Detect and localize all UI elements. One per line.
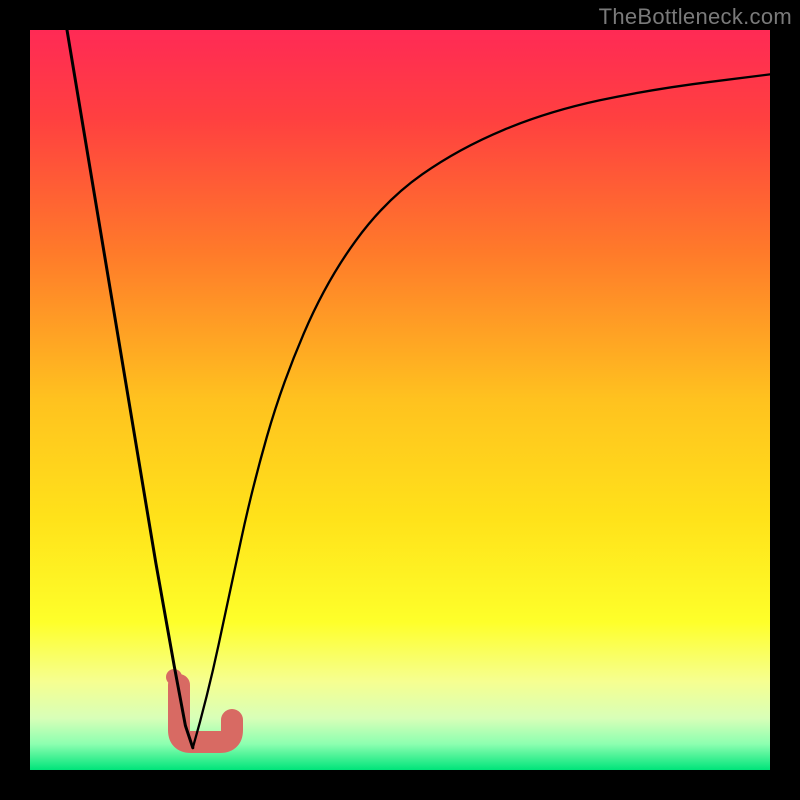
plot-background [30,30,770,770]
figure-container: { "watermark": "TheBottleneck.com", "plo… [0,0,800,800]
bottleneck-plot [30,30,770,770]
watermark-text: TheBottleneck.com [599,4,792,30]
